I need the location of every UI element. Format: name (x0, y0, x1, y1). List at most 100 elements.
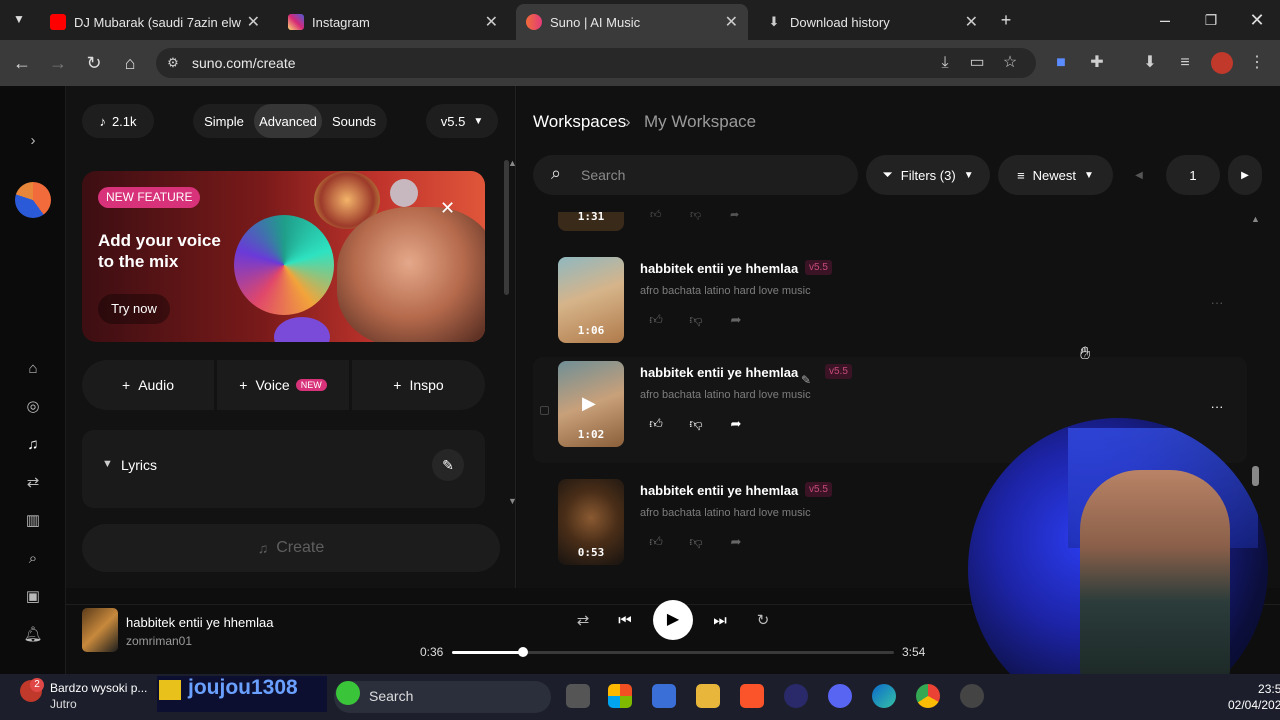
share-icon[interactable]: ➦ (727, 415, 745, 433)
mode-simple[interactable]: Simple (198, 104, 250, 138)
previous-track-icon[interactable]: ⏮︎ (614, 610, 636, 632)
install-app-icon[interactable]: ▭ (966, 52, 988, 74)
song-title[interactable]: habbitek entii ye hhemlaa (640, 365, 798, 380)
tab-instagram[interactable]: Instagram ✕ (278, 4, 508, 40)
more-options-icon[interactable]: ··· (1205, 291, 1229, 315)
close-banner-icon[interactable]: ✕ (440, 198, 455, 219)
notification-title[interactable]: Bardzo wysoki p... (50, 681, 147, 695)
edit-pencil-icon[interactable]: ✎ (801, 373, 811, 387)
extensions-puzzle-icon[interactable]: ✚ (1086, 52, 1108, 74)
system-clock[interactable]: 23:52 02/04/2026 (1228, 681, 1280, 713)
close-tab-icon[interactable]: ✕ (965, 12, 978, 32)
close-tab-icon[interactable]: ✕ (485, 12, 498, 32)
scroll-down-icon[interactable]: ▼ (508, 496, 517, 506)
repeat-icon[interactable]: ↻ (752, 610, 774, 632)
obs-icon[interactable] (784, 684, 808, 708)
library-icon[interactable]: ▥ (22, 510, 44, 532)
tab-list-icon[interactable]: ▼ (8, 8, 30, 30)
notifications-bell-icon[interactable]: 🔔︎ (22, 624, 44, 646)
tab-suno[interactable]: Suno | AI Music ✕ (516, 4, 748, 40)
url-text[interactable]: suno.com/create (192, 55, 296, 71)
app-icon[interactable] (960, 684, 984, 708)
tab-downloads[interactable]: ⬇ Download history ✕ (756, 4, 988, 40)
page-number[interactable]: 1 (1166, 155, 1220, 195)
task-view-icon[interactable] (566, 684, 590, 708)
add-audio-button[interactable]: + Audio (82, 360, 214, 410)
forward-icon[interactable]: → (47, 52, 69, 74)
dislike-icon[interactable]: 👎︎ (687, 533, 705, 551)
song-thumbnail[interactable]: 0:53 (558, 479, 624, 565)
discord-icon[interactable] (828, 684, 852, 708)
next-page-icon[interactable]: ▶ (1228, 155, 1262, 195)
play-overlay-icon[interactable]: ▶ (582, 393, 596, 414)
prev-page-icon[interactable]: ◀ (1122, 155, 1156, 195)
song-tags[interactable]: afro bachata latino hard love music (640, 285, 811, 297)
song-tags[interactable]: afro bachata latino hard love music (640, 389, 811, 401)
sort-button[interactable]: ≡ Newest ▼ (998, 155, 1113, 195)
player-song-title[interactable]: habbitek entii ye hhemlaa (126, 615, 273, 630)
song-row[interactable]: 1:06 habbitek entii ye hhemlaa v5.5 afro… (533, 253, 1247, 359)
player-thumbnail[interactable] (82, 608, 118, 652)
share-icon[interactable]: ➦ (730, 208, 739, 221)
magic-wand-icon[interactable]: ✎ (432, 449, 464, 481)
panel-scrollbar[interactable] (504, 160, 509, 295)
song-tags[interactable]: afro bachata latino hard love music (640, 507, 811, 519)
list-scroll-up-icon[interactable]: ▲ (1251, 214, 1260, 224)
like-icon[interactable]: 👍︎ (647, 311, 665, 329)
select-checkbox[interactable] (540, 406, 549, 415)
hooks-icon[interactable]: ▣ (22, 586, 44, 608)
store-icon[interactable] (652, 684, 676, 708)
version-select[interactable]: v5.5 ▼ (426, 104, 498, 138)
home-nav-icon[interactable]: ⌂ (22, 358, 44, 380)
chrome-browser-icon[interactable] (916, 684, 940, 708)
explore-compass-icon[interactable]: ◎ (22, 396, 44, 418)
profile-avatar[interactable] (1211, 52, 1233, 74)
edge-browser-icon[interactable] (872, 684, 896, 708)
extension-shield-icon[interactable]: ■ (1050, 52, 1072, 74)
site-info-icon[interactable]: ⚙ (162, 52, 184, 74)
song-title[interactable]: habbitek entii ye hhemlaa (640, 483, 798, 498)
song-thumbnail[interactable]: ▶ 1:02 (558, 361, 624, 447)
song-thumbnail[interactable]: 1:06 (558, 257, 624, 343)
back-icon[interactable]: ← (11, 52, 33, 74)
filters-button[interactable]: ⏷ Filters (3) ▼ (866, 155, 990, 195)
dislike-icon[interactable]: 👎︎ (687, 311, 705, 329)
create-button[interactable]: ♫ Create (82, 524, 500, 572)
home-icon[interactable]: ⌂ (119, 52, 141, 74)
minimize-icon[interactable]: – (1154, 9, 1176, 31)
studio-icon[interactable]: ⇄ (22, 472, 44, 494)
user-avatar[interactable] (15, 182, 51, 218)
share-icon[interactable]: ➦ (727, 533, 745, 551)
taskbar-search[interactable] (334, 681, 551, 713)
add-inspo-button[interactable]: + Inspo (352, 360, 485, 410)
scroll-up-icon[interactable]: ▲ (508, 158, 517, 168)
mode-sounds[interactable]: Sounds (326, 104, 382, 138)
more-options-icon[interactable]: ··· (1205, 395, 1229, 419)
browser-menu-icon[interactable]: ⋮ (1246, 52, 1268, 74)
close-tab-icon[interactable]: ✕ (725, 12, 738, 32)
close-window-icon[interactable]: ✕ (1246, 9, 1268, 31)
player-artist[interactable]: zomriman01 (126, 634, 192, 648)
like-icon[interactable]: 👍︎ (647, 533, 665, 551)
close-tab-icon[interactable]: ✕ (247, 12, 260, 32)
add-voice-button[interactable]: + Voice NEW (217, 360, 349, 410)
like-icon[interactable]: 👍︎ (647, 415, 665, 433)
file-explorer-icon[interactable] (696, 684, 720, 708)
progress-knob[interactable] (517, 647, 528, 657)
next-track-icon[interactable]: ⏭︎ (709, 610, 731, 632)
create-music-icon[interactable]: ♫ (22, 434, 44, 456)
downloads-icon[interactable]: ⬇ (1139, 52, 1161, 74)
no-download-icon[interactable]: ⤓ (934, 52, 956, 74)
bookmark-star-icon[interactable]: ☆ (999, 52, 1021, 74)
like-icon[interactable]: 👍︎ (650, 208, 662, 221)
dislike-icon[interactable]: 👎︎ (690, 208, 701, 221)
dislike-icon[interactable]: 👎︎ (687, 415, 705, 433)
expand-sidebar-icon[interactable]: › (22, 130, 44, 152)
share-icon[interactable]: ➦ (727, 311, 745, 329)
song-title[interactable]: habbitek entii ye hhemlaa (640, 261, 798, 276)
brave-browser-icon[interactable] (740, 684, 764, 708)
search-nav-icon[interactable]: ⌕ (22, 548, 44, 570)
new-tab-icon[interactable]: + (995, 9, 1017, 31)
play-button[interactable]: ▶ (653, 600, 693, 640)
tab-youtube[interactable]: DJ Mubarak (saudi 7azin elwat) ✕ (40, 4, 270, 40)
